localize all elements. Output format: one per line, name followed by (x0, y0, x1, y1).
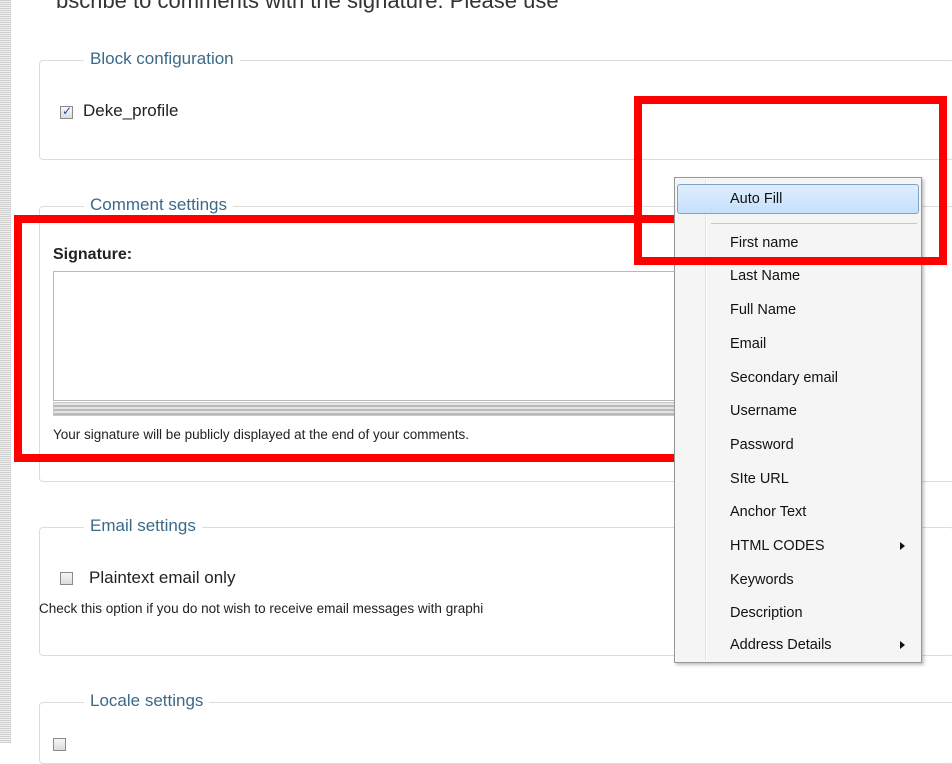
menu-item-html-codes[interactable]: HTML CODES (677, 531, 919, 561)
locale-checkbox[interactable] (53, 738, 66, 751)
menu-item-username[interactable]: Username (677, 396, 919, 426)
submenu-arrow-icon (900, 641, 905, 649)
comment-settings-legend: Comment settings (84, 195, 233, 215)
locale-settings-legend: Locale settings (84, 691, 210, 711)
block-configuration-legend: Block configuration (84, 49, 240, 69)
autofill-highlight-box (634, 96, 947, 265)
menu-item-full-name[interactable]: Full Name (677, 295, 919, 325)
locale-settings-fieldset: Locale settings (39, 691, 952, 764)
menu-item-site-url[interactable]: SIte URL (677, 464, 919, 494)
page-edge-stripe (0, 0, 11, 743)
deke-profile-label: Deke_profile (83, 101, 179, 120)
menu-item-last-name[interactable]: Last Name (677, 261, 919, 291)
deke-profile-checkbox[interactable] (60, 104, 73, 119)
menu-item-address-details-label: Address Details (730, 637, 832, 653)
menu-item-address-details[interactable]: Address Details (677, 630, 919, 660)
submenu-arrow-icon (900, 542, 905, 550)
plaintext-email-label: Plaintext email only (89, 568, 236, 587)
email-settings-legend: Email settings (84, 516, 202, 536)
cut-off-header-text: bscribe to comments with the signature. … (56, 0, 559, 13)
menu-item-secondary-email[interactable]: Secondary email (677, 363, 919, 393)
menu-item-email[interactable]: Email (677, 329, 919, 359)
menu-item-description[interactable]: Description (677, 598, 919, 628)
menu-item-password[interactable]: Password (677, 430, 919, 460)
menu-item-html-codes-label: HTML CODES (730, 538, 825, 554)
menu-item-keywords[interactable]: Keywords (677, 565, 919, 595)
plaintext-email-checkbox[interactable] (60, 572, 73, 585)
email-help-text: Check this option if you do not wish to … (39, 601, 484, 616)
menu-item-anchor-text[interactable]: Anchor Text (677, 497, 919, 527)
signature-highlight-box (14, 215, 700, 462)
